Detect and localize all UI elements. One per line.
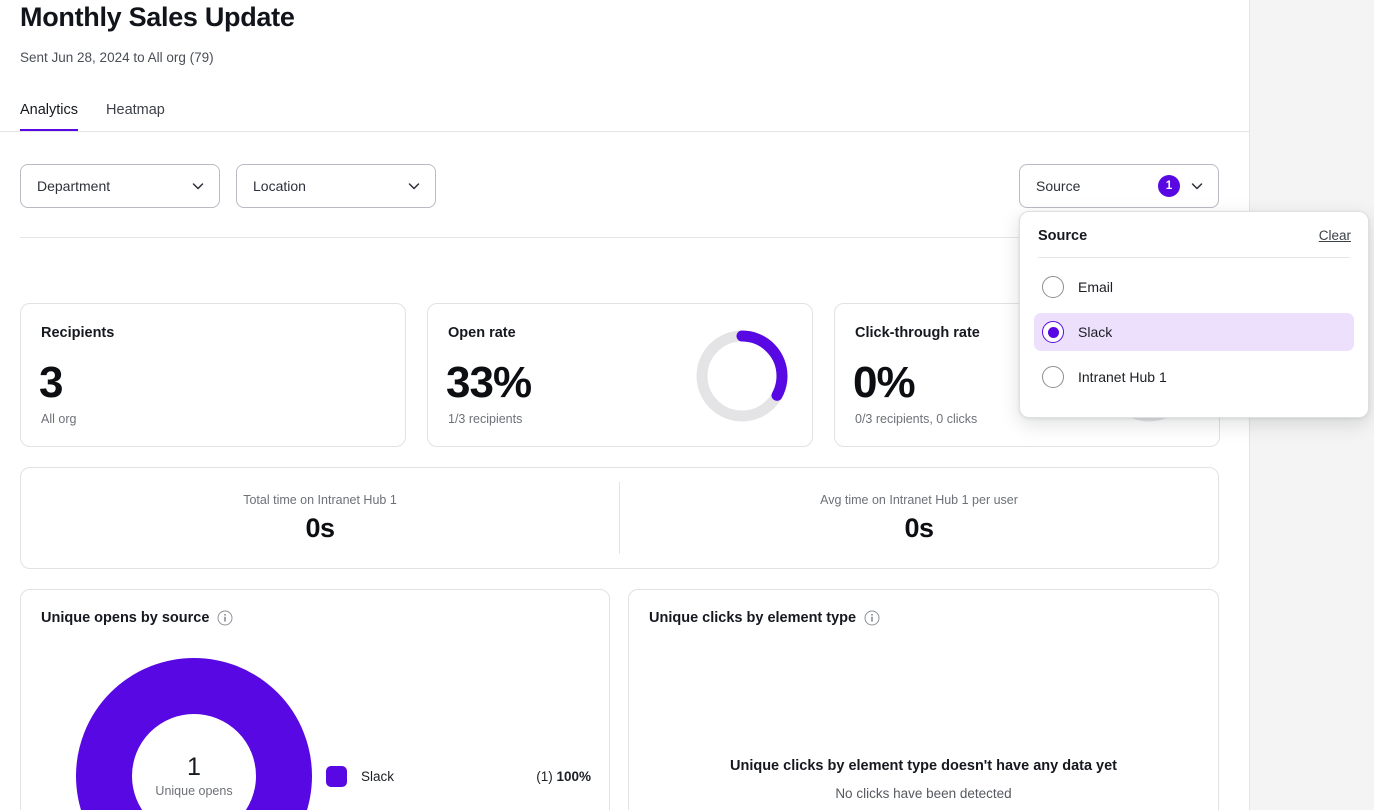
page-title: Monthly Sales Update bbox=[20, 0, 295, 34]
tab-analytics[interactable]: Analytics bbox=[20, 101, 78, 132]
info-icon[interactable] bbox=[864, 610, 880, 626]
total-time-metric: Total time on Intranet Hub 1 0s bbox=[21, 468, 619, 568]
kpi-subtext: 0/3 recipients, 0 clicks bbox=[855, 412, 977, 426]
kpi-title: Click-through rate bbox=[855, 325, 980, 341]
metric-value: 0s bbox=[904, 513, 933, 544]
source-option-list: Email Slack Intranet Hub 1 bbox=[1020, 268, 1368, 396]
filter-location[interactable]: Location bbox=[236, 164, 436, 208]
legend-label: Slack bbox=[361, 769, 522, 784]
source-filter-popover: Source Clear Email Slack Intranet Hub 1 bbox=[1019, 211, 1369, 418]
filter-department[interactable]: Department bbox=[20, 164, 220, 208]
radio-button[interactable] bbox=[1042, 321, 1064, 343]
source-option-label: Email bbox=[1078, 279, 1113, 295]
panel-header: Unique opens by source bbox=[41, 610, 233, 626]
source-option-label: Intranet Hub 1 bbox=[1078, 369, 1167, 385]
radio-button[interactable] bbox=[1042, 276, 1064, 298]
panel-header: Unique clicks by element type bbox=[649, 610, 880, 626]
legend-percent: 100% bbox=[556, 769, 591, 784]
time-metrics-strip: Total time on Intranet Hub 1 0s Avg time… bbox=[20, 467, 1219, 569]
kpi-card-recipients: Recipients 3 All org bbox=[20, 303, 406, 447]
source-option-slack[interactable]: Slack bbox=[1034, 313, 1354, 351]
page-subtitle: Sent Jun 28, 2024 to All org (79) bbox=[20, 48, 214, 68]
kpi-subtext: All org bbox=[41, 412, 76, 426]
avg-time-metric: Avg time on Intranet Hub 1 per user 0s bbox=[620, 468, 1218, 568]
panel-unique-opens-by-source: Unique opens by source 1 Unique opens bbox=[20, 589, 610, 810]
empty-state-subtitle: No clicks have been detected bbox=[629, 783, 1218, 805]
clear-filter-button[interactable]: Clear bbox=[1319, 228, 1351, 243]
source-option-label: Slack bbox=[1078, 324, 1112, 340]
tab-bar: Analytics Heatmap bbox=[20, 96, 165, 132]
filter-department-label: Department bbox=[37, 178, 181, 194]
panel-unique-clicks-by-element-type: Unique clicks by element type Unique cli… bbox=[628, 589, 1219, 810]
filter-source[interactable]: Source 1 bbox=[1019, 164, 1219, 208]
source-option-intranet-hub-1[interactable]: Intranet Hub 1 bbox=[1034, 358, 1354, 396]
popover-divider bbox=[1038, 257, 1350, 258]
source-option-email[interactable]: Email bbox=[1034, 268, 1354, 306]
legend-value: (1) 100% bbox=[536, 769, 591, 784]
legend-color-swatch bbox=[326, 766, 347, 787]
empty-state: Unique clicks by element type doesn't ha… bbox=[629, 755, 1218, 805]
kpi-title: Recipients bbox=[41, 325, 114, 341]
filter-source-count-badge: 1 bbox=[1158, 175, 1180, 197]
popover-header: Source Clear bbox=[1020, 228, 1368, 244]
filter-location-label: Location bbox=[253, 178, 397, 194]
empty-state-title: Unique clicks by element type doesn't ha… bbox=[629, 755, 1218, 777]
metric-label: Avg time on Intranet Hub 1 per user bbox=[820, 493, 1018, 507]
popover-title: Source bbox=[1038, 228, 1087, 244]
open-rate-donut-chart bbox=[692, 326, 792, 426]
panel-title: Unique opens by source bbox=[41, 610, 209, 626]
analytics-page: Monthly Sales Update Sent Jun 28, 2024 t… bbox=[0, 0, 1374, 810]
legend-item: Slack (1) 100% bbox=[326, 762, 591, 790]
kpi-title: Open rate bbox=[448, 325, 516, 341]
radio-button[interactable] bbox=[1042, 366, 1064, 388]
kpi-value: 33% bbox=[446, 356, 531, 410]
chevron-down-icon bbox=[1190, 179, 1204, 193]
tab-heatmap[interactable]: Heatmap bbox=[106, 101, 165, 132]
chart-legend: Slack (1) 100% bbox=[326, 762, 591, 790]
metric-value: 0s bbox=[305, 513, 334, 544]
kpi-value: 0% bbox=[853, 356, 915, 410]
info-icon[interactable] bbox=[217, 610, 233, 626]
kpi-card-open-rate: Open rate 33% 1/3 recipients bbox=[427, 303, 813, 447]
kpi-value: 3 bbox=[39, 356, 62, 410]
unique-opens-donut-chart bbox=[56, 638, 332, 810]
chevron-down-icon bbox=[191, 179, 205, 193]
filter-source-label: Source bbox=[1036, 178, 1148, 194]
metric-label: Total time on Intranet Hub 1 bbox=[243, 493, 397, 507]
kpi-subtext: 1/3 recipients bbox=[448, 412, 522, 426]
panel-title: Unique clicks by element type bbox=[649, 610, 856, 626]
legend-count: (1) bbox=[536, 769, 553, 784]
chevron-down-icon bbox=[407, 179, 421, 193]
